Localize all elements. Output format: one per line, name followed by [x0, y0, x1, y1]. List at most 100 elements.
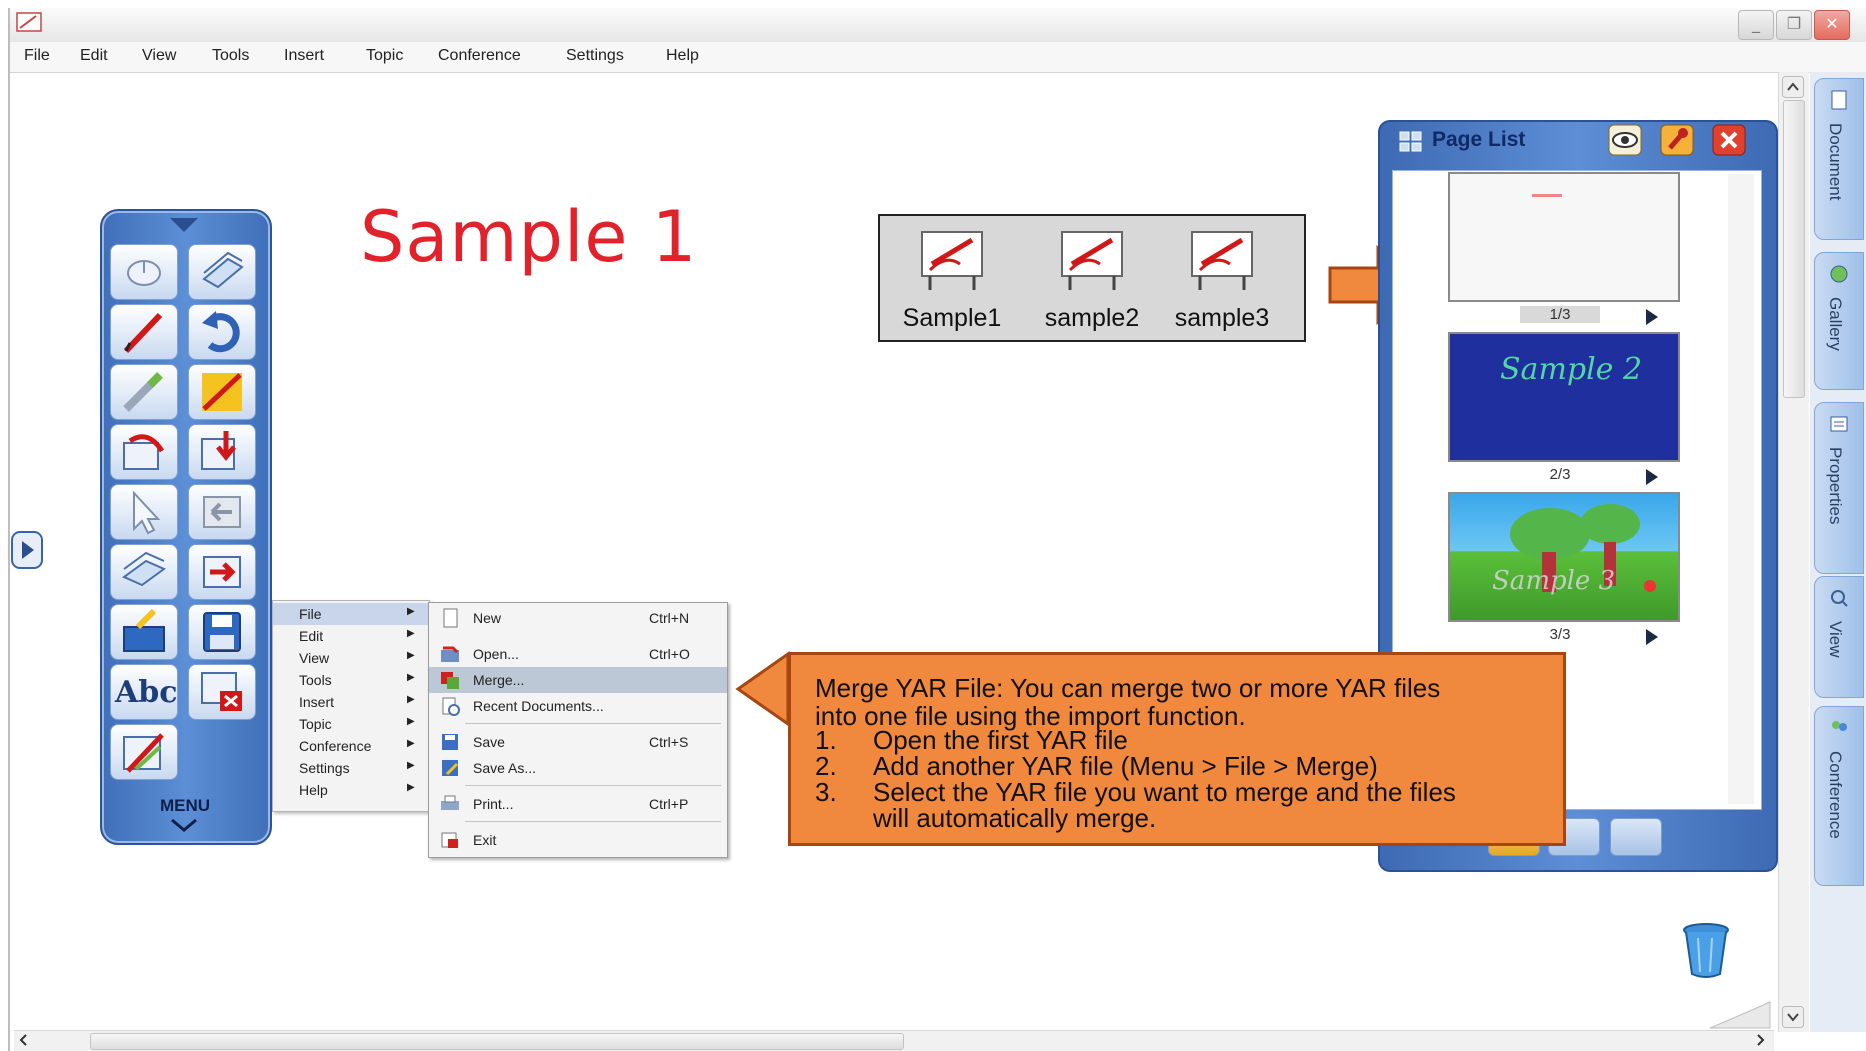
toolbox-tool-button[interactable] — [110, 604, 178, 660]
context-menu-help[interactable]: Help ▶ — [273, 779, 429, 801]
close-button[interactable]: ✕ — [1814, 10, 1850, 40]
next-page-tool-button[interactable] — [188, 544, 256, 600]
scroll-right-icon[interactable] — [1752, 1032, 1768, 1048]
context-menu-topic[interactable]: Topic ▶ — [273, 713, 429, 735]
page-stack-icon — [122, 551, 166, 587]
trash-icon[interactable] — [1680, 920, 1732, 980]
screen-annotate-tool-button[interactable] — [110, 724, 178, 780]
highlighter-tool-button[interactable] — [110, 364, 178, 420]
menu-file[interactable]: File — [24, 47, 50, 65]
play-icon[interactable] — [1644, 468, 1660, 486]
submenu-merge[interactable]: Merge... — [429, 667, 727, 693]
close-icon[interactable] — [1712, 124, 1746, 156]
context-menu-file[interactable]: File ▶ — [273, 603, 429, 625]
insert-page-tool-button[interactable] — [188, 424, 256, 480]
shape-icon — [202, 373, 242, 411]
vertical-scroll-thumb[interactable] — [1783, 100, 1805, 398]
file-item-sample3[interactable]: sample3 — [1152, 216, 1292, 340]
submenu-open[interactable]: Open... Ctrl+O — [429, 641, 727, 667]
context-menu-edit[interactable]: Edit ▶ — [273, 625, 429, 647]
pin-icon[interactable] — [1660, 124, 1694, 156]
page-list-scrollbar[interactable] — [1728, 174, 1754, 804]
eye-icon[interactable] — [1608, 124, 1642, 156]
clear-page-tool-button[interactable] — [188, 664, 256, 720]
file-item-sample2[interactable]: sample2 — [1022, 216, 1162, 340]
select-tool-button[interactable] — [110, 484, 178, 540]
menu-tools[interactable]: Tools — [212, 47, 249, 65]
submenu-arrow-icon: ▶ — [407, 672, 415, 683]
yar-file-icon — [921, 231, 983, 290]
context-menu-insert[interactable]: Insert ▶ — [273, 691, 429, 713]
page-list-delete-button[interactable] — [1610, 818, 1662, 856]
play-icon[interactable] — [1644, 628, 1660, 646]
tab-conference[interactable]: Conference — [1814, 706, 1864, 886]
file-name: sample2 — [1044, 304, 1140, 332]
context-menu-view[interactable]: View ▶ — [273, 647, 429, 669]
callout-step-3-number: 3. — [815, 777, 837, 807]
pages-icon — [202, 251, 244, 289]
menu-settings[interactable]: Settings — [566, 47, 624, 65]
minimize-button[interactable]: _ — [1738, 10, 1774, 40]
submenu-save-as[interactable]: Save As... — [429, 755, 727, 781]
menu-help[interactable]: Help — [666, 47, 699, 65]
page-thumb-3[interactable]: Sample 3 — [1448, 492, 1680, 622]
maximize-button[interactable]: ❐ — [1776, 10, 1812, 40]
menu-topic[interactable]: Topic — [366, 47, 403, 65]
submenu-recent-documents[interactable]: Recent Documents... — [429, 693, 727, 719]
pen-tool-button[interactable] — [110, 304, 178, 360]
context-menu-label: Help — [299, 782, 328, 798]
tree-landscape-image — [1510, 504, 1656, 592]
canvas-title[interactable]: Sample 1 — [360, 196, 697, 278]
submenu-shortcut: Ctrl+N — [649, 610, 690, 626]
page-thumb-2[interactable]: Sample 2 — [1448, 332, 1680, 462]
menu-bar: File Edit View Tools Insert Topic Confer… — [10, 42, 1866, 73]
scroll-up-icon[interactable] — [1782, 76, 1804, 98]
previous-page-tool-button[interactable] — [188, 484, 256, 540]
play-icon[interactable] — [10, 530, 44, 570]
menu-view[interactable]: View — [142, 47, 176, 65]
page-sorter-tool-button[interactable] — [110, 544, 178, 600]
forward-arrow-icon — [203, 556, 241, 588]
arrow-left-icon — [735, 651, 790, 727]
submenu-print[interactable]: Print... Ctrl+P — [429, 791, 727, 817]
menu-edit[interactable]: Edit — [80, 47, 108, 65]
context-menu-conference[interactable]: Conference ▶ — [273, 735, 429, 757]
page-thumb-1[interactable] — [1448, 172, 1680, 302]
undo-tool-button[interactable] — [188, 304, 256, 360]
page-curl-icon[interactable] — [1708, 1000, 1772, 1030]
submenu-exit[interactable]: Exit — [429, 827, 727, 853]
context-menu-label: Tools — [299, 672, 332, 688]
menu-insert[interactable]: Insert — [284, 47, 324, 65]
shape-tool-button[interactable] — [188, 364, 256, 420]
context-menu-tools[interactable]: Tools ▶ — [273, 669, 429, 691]
toolbar-collapse-icon[interactable] — [166, 214, 202, 234]
scroll-down-icon[interactable] — [1782, 1006, 1804, 1028]
tab-gallery[interactable]: Gallery — [1814, 252, 1864, 390]
toolbar-menu-button[interactable]: MENU — [130, 796, 240, 816]
document-icon — [1831, 90, 1847, 110]
submenu-new[interactable]: New Ctrl+N — [429, 605, 727, 631]
context-menu: File ▶ Edit ▶ View ▶ Tools ▶ Insert ▶ Topic ▶ … — [272, 600, 430, 812]
tab-document[interactable]: Document — [1814, 78, 1864, 240]
import-tool-button[interactable] — [110, 424, 178, 480]
tab-view[interactable]: View — [1814, 576, 1864, 698]
file-name: Sample1 — [902, 304, 1002, 332]
pen-icon — [123, 312, 163, 354]
horizontal-scroll-thumb[interactable] — [90, 1033, 904, 1050]
scroll-left-icon[interactable] — [16, 1032, 32, 1048]
callout-step-2-number: 2. — [815, 751, 837, 781]
text-tool-button[interactable]: Abc — [110, 664, 178, 720]
cursor-icon — [133, 490, 161, 535]
file-item-sample1[interactable]: Sample1 — [882, 216, 1022, 340]
back-arrow-icon — [203, 496, 241, 528]
pages-tool-button[interactable] — [188, 244, 256, 300]
submenu-save[interactable]: Save Ctrl+S — [429, 729, 727, 755]
floppy-disk-icon — [203, 612, 241, 652]
mouse-tool-button[interactable] — [110, 244, 178, 300]
save-tool-button[interactable] — [188, 604, 256, 660]
submenu-arrow-icon: ▶ — [407, 716, 415, 727]
play-icon[interactable] — [1644, 308, 1660, 326]
tab-properties[interactable]: Properties — [1814, 402, 1864, 574]
menu-conference[interactable]: Conference — [438, 47, 521, 65]
context-menu-settings[interactable]: Settings ▶ — [273, 757, 429, 779]
